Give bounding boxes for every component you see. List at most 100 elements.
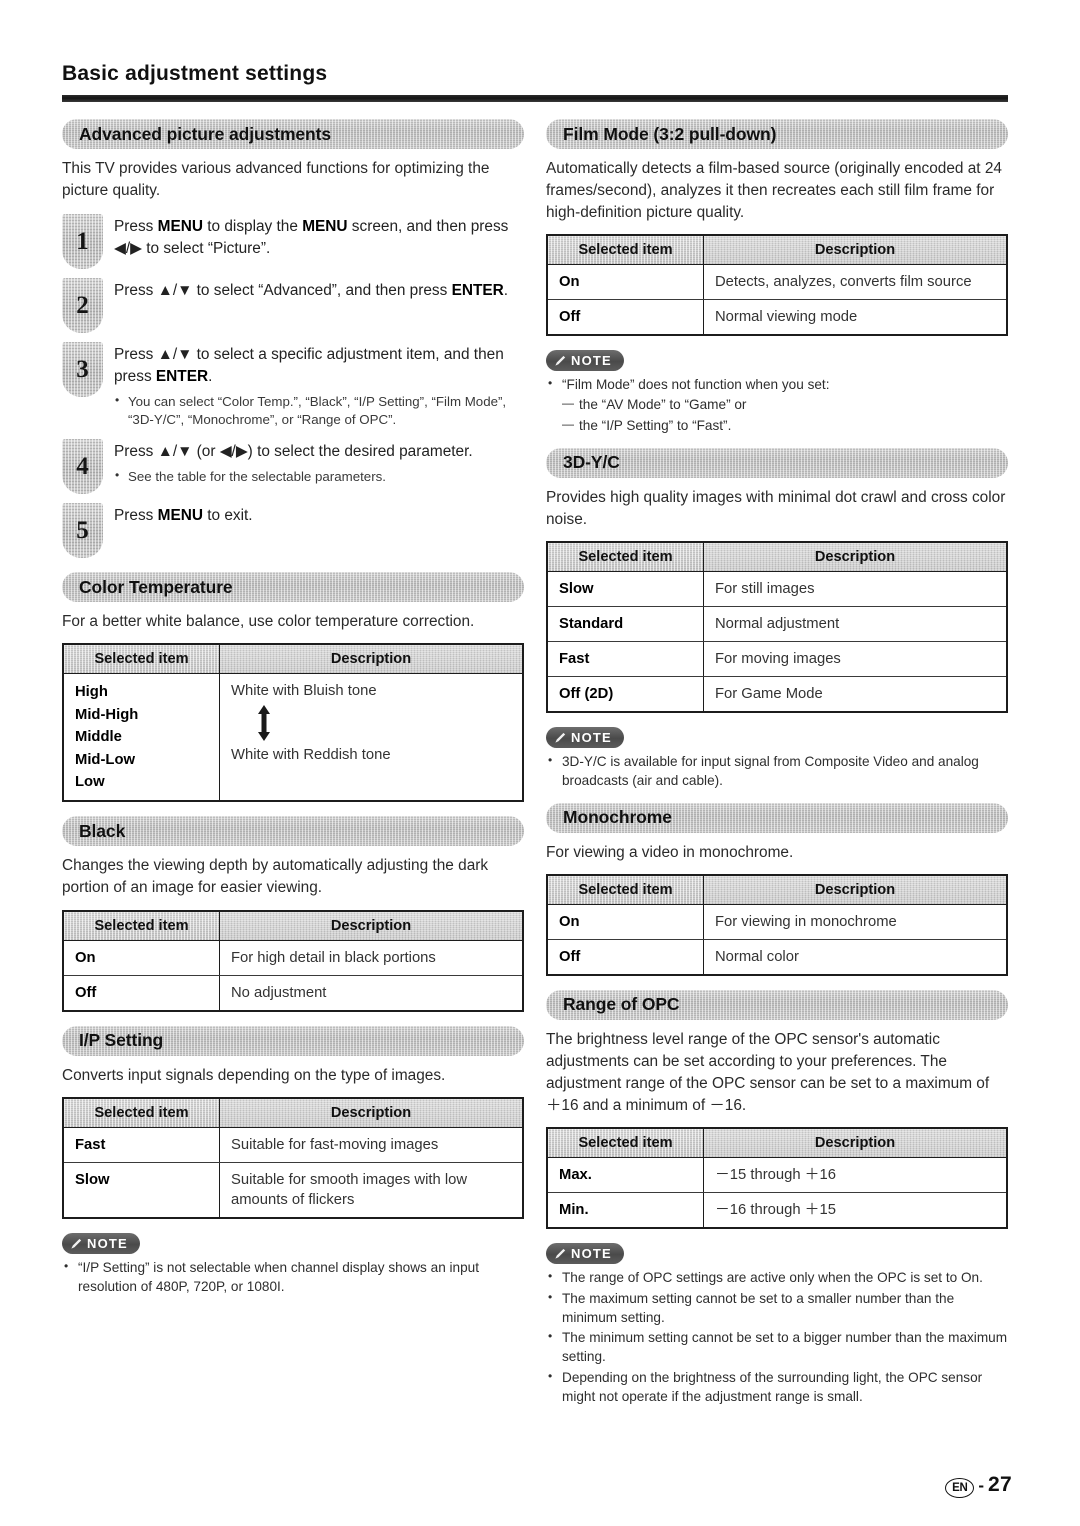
step-body: Press MENU to display the MENU screen, a…: [114, 214, 524, 260]
table-cell-item: Fast: [547, 641, 704, 677]
banner-label: Color Temperature: [79, 576, 233, 597]
step-text: Press ▲/▼ to select a specific adjustmen…: [114, 346, 504, 385]
table-header-selected-item: Selected item: [547, 1127, 704, 1158]
step-number-badge: 5: [62, 503, 103, 559]
banner-label: 3D-Y/C: [563, 452, 620, 473]
table-header-description: Description: [703, 1127, 1007, 1158]
table-header-row: Selected item Description: [547, 235, 1007, 266]
item-middle: Middle: [75, 729, 122, 746]
note-list: 3D-Y/C is available for input signal fro…: [546, 752, 1008, 791]
page-title: Basic adjustment settings: [62, 62, 328, 85]
note-range-of-opc: NOTE The range of OPC settings are activ…: [546, 1243, 1008, 1406]
page-number: 27: [988, 1473, 1012, 1496]
note-sublist-item: the “I/P Setting” to “Fast”.: [562, 416, 1008, 436]
left-column: Advanced picture adjustments This TV pro…: [62, 119, 524, 1308]
table-cell-description: Normal color: [715, 948, 799, 965]
banner-label: Black: [79, 820, 126, 841]
table-cell-item: Off: [63, 975, 220, 1011]
table-row: Off Normal viewing mode: [547, 299, 1007, 336]
manual-page: Basic adjustment settings Advanced pictu…: [0, 0, 1080, 1526]
monochrome-intro-text: For viewing a video in monochrome.: [546, 843, 794, 861]
step-sublist: You can select “Color Temp.”, “Black”, “…: [114, 392, 524, 429]
note-sublist-item: the “AV Mode” to “Game” or: [562, 395, 1008, 415]
table-cell-item: Max.: [547, 1157, 704, 1193]
ip-setting-table: Selected item Description Fast Suitable …: [62, 1096, 524, 1220]
banner-label: Range of OPC: [563, 994, 680, 1015]
table-row: Fast Suitable for fast-moving images: [63, 1127, 523, 1163]
table-header-row: Selected item Description: [547, 874, 1007, 905]
table-header-row: Selected item Description: [63, 1097, 523, 1128]
page-footer: EN - 27: [945, 1473, 1012, 1498]
banner-label: Film Mode (3:2 pull-down): [563, 123, 777, 144]
table-header-description: Description: [219, 644, 523, 675]
pencil-icon: [555, 1248, 566, 1259]
note-list: “I/P Setting” is not selectable when cha…: [62, 1258, 524, 1297]
note-badge: NOTE: [546, 1243, 624, 1265]
section-banner-ip-setting: I/P Setting: [62, 1025, 524, 1056]
table-cell-items: High Mid-High Middle Mid-Low Low: [63, 673, 220, 802]
table-cell-item: Standard: [547, 606, 704, 642]
up-down-arrow-icon: [258, 705, 270, 742]
table-cell-item: Slow: [63, 1162, 220, 1219]
desc-top: White with Bluish tone: [231, 683, 377, 700]
table-cell-description: Suitable for smooth images with low amou…: [231, 1171, 468, 1208]
note-list-item: Depending on the brightness of the surro…: [546, 1368, 1008, 1407]
note-badge-label: NOTE: [571, 353, 612, 369]
table-row: Slow For still images: [547, 571, 1007, 607]
step-body: Press MENU to exit.: [114, 503, 524, 527]
table-header-selected-item: Selected item: [63, 910, 220, 941]
table-header-selected-item: Selected item: [63, 1097, 220, 1128]
table-header-row: Selected item Description: [547, 1127, 1007, 1158]
color-temperature-intro-text: For a better white balance, use color te…: [62, 613, 475, 631]
note-badge-label: NOTE: [571, 1246, 612, 1262]
step-item: 5 Press MENU to exit.: [62, 503, 524, 559]
table-cell-description: Suitable for fast-moving images: [219, 1127, 523, 1163]
section-banner-monochrome: Monochrome: [546, 802, 1008, 833]
item-mid-low: Mid-Low: [75, 751, 135, 768]
table-row: On For viewing in monochrome: [547, 904, 1007, 940]
table-cell-description: For high detail in black portions: [219, 940, 523, 976]
film-mode-intro-text: Automatically detects a film-based sourc…: [546, 160, 1002, 222]
step-body: Press ▲/▼ to select “Advanced”, and then…: [114, 278, 524, 302]
table-cell-description: For moving images: [703, 641, 1007, 677]
section-banner-3d-yc: 3D-Y/C: [546, 447, 1008, 478]
black-table: Selected item Description On For high de…: [62, 909, 524, 1012]
right-column: Film Mode (3:2 pull-down) Automatically …: [546, 119, 1008, 1418]
table-row: On For high detail in black portions: [63, 940, 523, 976]
table-row: Standard Normal adjustment: [547, 606, 1007, 642]
table-row: Off Normal color: [547, 939, 1007, 975]
table-cell-item: Slow: [547, 571, 704, 607]
table-cell-description: No adjustment: [231, 984, 327, 1001]
table-header-description: Description: [219, 1097, 523, 1128]
step-sublist-item: See the table for the selectable paramet…: [114, 467, 524, 486]
section-banner-black: Black: [62, 816, 524, 847]
table-row: High Mid-High Middle Mid-Low Low White w…: [63, 673, 523, 802]
note-sublist: the “AV Mode” to “Game” or the “I/P Sett…: [562, 395, 1008, 436]
table-cell-description: Detects, analyzes, converts film source: [703, 264, 1007, 301]
table-cell-description: －16 through ＋15: [715, 1201, 836, 1218]
step-list: 1 Press MENU to display the MENU screen,…: [62, 214, 524, 559]
desc-bottom: White with Reddish tone: [231, 747, 391, 764]
3d-yc-intro-text: Provides high quality images with minima…: [546, 488, 1006, 528]
note-list-item: The range of OPC settings are active onl…: [546, 1268, 1008, 1288]
step-body: Press ▲/▼ to select a specific adjustmen…: [114, 342, 524, 430]
table-header-row: Selected item Description: [547, 541, 1007, 572]
step-item: 2 Press ▲/▼ to select “Advanced”, and th…: [62, 278, 524, 334]
table-cell-description: For Game Mode: [715, 685, 823, 702]
note-badge-label: NOTE: [87, 1236, 128, 1252]
table-cell-item: On: [547, 264, 704, 301]
monochrome-table: Selected item Description On For viewing…: [546, 873, 1008, 976]
step-sublist-item: You can select “Color Temp.”, “Black”, “…: [114, 392, 524, 429]
item-mid-high: Mid-High: [75, 706, 139, 723]
step-text: Press ▲/▼ to select “Advanced”, and then…: [114, 282, 509, 300]
range-of-opc-table: Selected item Description Max. －15 throu…: [546, 1126, 1008, 1230]
table-header-description: Description: [219, 910, 523, 941]
table-row: On Detects, analyzes, converts film sour…: [547, 264, 1007, 301]
step-text: Press ▲/▼ (or ◀/▶) to select the desired…: [114, 443, 473, 461]
note-list-item: The maximum setting cannot be set to a s…: [546, 1289, 1008, 1328]
table-cell-item: Off: [547, 939, 704, 975]
table-cell-description: For still images: [703, 571, 1007, 607]
step-number-badge: 1: [62, 214, 103, 270]
table-cell-item: Off: [547, 299, 704, 336]
note-badge: NOTE: [62, 1233, 140, 1255]
